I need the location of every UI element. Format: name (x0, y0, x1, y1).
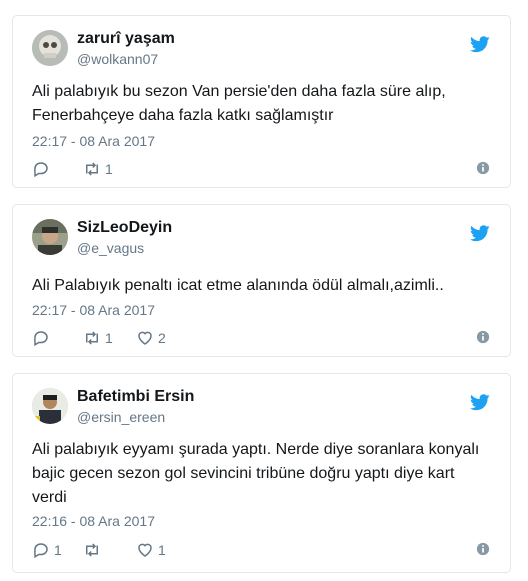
tweet-text-line: Fenerbahçeye daha fazla katkı sağlamıştı… (32, 107, 334, 124)
tweet-card[interactable]: SizLeoDeyin @e_vagus Ali Palabıyık penal… (12, 204, 511, 357)
retweet-icon (86, 162, 98, 176)
user-handle[interactable]: @ersin_ereen (77, 409, 165, 425)
retweet-count: 1 (105, 330, 113, 346)
retweet-button[interactable]: 1 (83, 328, 113, 348)
tweet-actions: 1 1 (32, 540, 490, 560)
reply-icon (34, 331, 48, 347)
retweet-icon (86, 543, 98, 557)
retweet-icon (86, 331, 98, 345)
retweet-button[interactable]: 1 (83, 159, 113, 179)
tweet-text: Ali palabıyık bu sezon Van persie'den da… (32, 80, 488, 128)
reply-button[interactable] (32, 328, 50, 348)
avatar[interactable] (32, 219, 68, 255)
like-count: 1 (158, 542, 166, 558)
info-icon[interactable] (476, 542, 490, 556)
twitter-bird-icon[interactable] (470, 225, 490, 242)
tweet-card[interactable]: zarurî yaşam @wolkann07 Ali palabıyık bu… (12, 15, 511, 188)
timestamp[interactable]: 22:17 - 08 Ara 2017 (32, 133, 155, 149)
user-handle[interactable]: @wolkann07 (77, 51, 158, 67)
tweet-text-line: Ali palabıyık eyyamı şurada yaptı. Nerde… (32, 441, 480, 458)
tweet-text: Ali palabıyık eyyamı şurada yaptı. Nerde… (32, 438, 488, 510)
retweet-button[interactable] (83, 540, 101, 560)
info-icon[interactable] (476, 330, 490, 344)
tweet-text-line: Ali palabıyık bu sezon Van persie'den da… (32, 83, 446, 100)
timestamp[interactable]: 22:17 - 08 Ara 2017 (32, 302, 155, 318)
display-name[interactable]: Bafetimbi Ersin (77, 388, 194, 406)
tweet-actions: 1 (32, 159, 490, 179)
heart-icon (138, 331, 152, 345)
avatar[interactable] (32, 30, 68, 66)
avatar[interactable] (32, 388, 68, 424)
heart-icon (138, 543, 152, 557)
reply-icon (34, 162, 48, 178)
like-count: 2 (158, 330, 166, 346)
tweet-text-line: verdi (32, 489, 67, 506)
like-button[interactable]: 2 (136, 328, 166, 348)
reply-button[interactable] (32, 159, 50, 179)
retweet-count: 1 (105, 161, 113, 177)
twitter-bird-icon[interactable] (470, 36, 490, 53)
info-icon[interactable] (476, 161, 490, 175)
like-button[interactable]: 1 (136, 540, 166, 560)
display-name[interactable]: zarurî yaşam (77, 30, 175, 48)
tweet-actions: 1 2 (32, 328, 490, 348)
twitter-bird-icon[interactable] (470, 394, 490, 411)
tweet-card[interactable]: Bafetimbi Ersin @ersin_ereen Ali palabıy… (12, 373, 511, 573)
display-name[interactable]: SizLeoDeyin (77, 219, 172, 237)
tweet-text-line: Ali Palabıyık penaltı icat etme alanında… (32, 277, 444, 294)
tweet-text: Ali Palabıyık penaltı icat etme alanında… (32, 274, 488, 298)
reply-icon (34, 543, 48, 559)
reply-button[interactable]: 1 (32, 540, 62, 560)
timestamp[interactable]: 22:16 - 08 Ara 2017 (32, 513, 155, 529)
tweet-text-line: bajic gecen sezon gol sevincini tribüne … (32, 465, 455, 482)
user-handle[interactable]: @e_vagus (77, 240, 144, 256)
reply-count: 1 (54, 542, 62, 558)
